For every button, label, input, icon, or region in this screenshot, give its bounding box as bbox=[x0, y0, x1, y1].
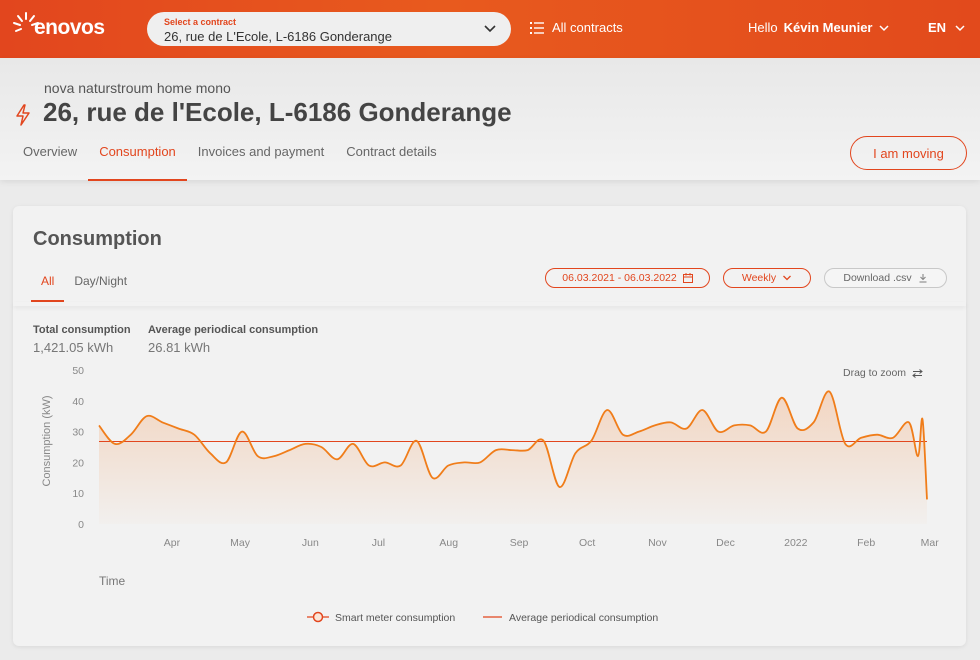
average-consumption-value: 26.81 kWh bbox=[148, 340, 211, 355]
calendar-icon bbox=[682, 273, 693, 283]
legend-average-label: Average periodical consumption bbox=[509, 612, 658, 624]
x-tick-label: Sep bbox=[510, 537, 529, 549]
lightning-icon bbox=[16, 104, 30, 126]
x-tick-label: Dec bbox=[716, 537, 735, 549]
download-csv-button[interactable]: Download .csv bbox=[824, 268, 947, 288]
y-tick-label: 20 bbox=[72, 457, 84, 469]
x-tick-label: Oct bbox=[579, 537, 595, 549]
y-axis-label: Consumption (kW) bbox=[41, 395, 53, 486]
consumption-chart[interactable]: 0 10 20 30 40 50 Apr May Jun Jul Aug Sep Oct Nov Dec 2… bbox=[13, 356, 966, 646]
download-icon bbox=[919, 274, 927, 283]
user-menu[interactable]: Hello Kévin Meunier bbox=[748, 20, 890, 35]
date-range-value: 06.03.2021 - 06.03.2022 bbox=[562, 272, 677, 284]
y-tick-label: 30 bbox=[72, 427, 84, 439]
legend-smart-meter-label: Smart meter consumption bbox=[335, 612, 455, 624]
list-icon bbox=[530, 21, 544, 34]
x-tick-label: Jun bbox=[302, 537, 319, 549]
legend: Smart meter consumption Average periodic… bbox=[307, 611, 658, 624]
total-consumption-value: 1,421.05 kWh bbox=[33, 340, 114, 355]
chevron-down-icon bbox=[955, 24, 965, 31]
y-tick-label: 10 bbox=[72, 488, 84, 500]
x-tick-label: Feb bbox=[857, 537, 875, 549]
all-contracts-label: All contracts bbox=[552, 20, 623, 35]
contract-header: nova naturstroum home mono 26, rue de l'… bbox=[0, 58, 980, 181]
user-name: Kévin Meunier bbox=[783, 20, 873, 35]
i-am-moving-button[interactable]: I am moving bbox=[850, 136, 967, 170]
subtab-day-night[interactable]: Day/Night bbox=[64, 266, 137, 302]
x-tick-label: 2022 bbox=[784, 537, 808, 549]
legend-item-average[interactable]: Average periodical consumption bbox=[483, 612, 658, 624]
contract-select-value: 26, rue de L'Ecole, L-6186 Gonderange bbox=[164, 29, 392, 44]
chevron-down-icon bbox=[783, 275, 792, 281]
period-value: Weekly bbox=[741, 272, 777, 284]
logo-text: enovos bbox=[34, 16, 105, 39]
x-tick-label: May bbox=[230, 537, 251, 549]
x-tick-label: Mar bbox=[921, 537, 940, 549]
download-csv-label: Download .csv bbox=[843, 272, 912, 284]
consumption-card: Consumption All Day/Night 06.03.2021 - 0… bbox=[13, 206, 966, 646]
contract-select-label: Select a contract bbox=[164, 17, 237, 27]
page-title: 26, rue de l'Ecole, L-6186 Gonderange bbox=[43, 97, 512, 127]
y-tick-label: 40 bbox=[72, 396, 84, 408]
tab-contract-details[interactable]: Contract details bbox=[335, 136, 447, 181]
x-axis-label: Time bbox=[99, 574, 126, 588]
x-tick-label: Nov bbox=[648, 537, 667, 549]
x-tick-label: Aug bbox=[439, 537, 458, 549]
language-select[interactable]: EN bbox=[928, 20, 966, 35]
chevron-down-icon bbox=[879, 24, 890, 31]
controls-divider bbox=[13, 302, 966, 306]
period-select[interactable]: Weekly bbox=[723, 268, 811, 288]
consumption-subtabs: All Day/Night bbox=[31, 266, 137, 302]
contract-tabs: Overview Consumption Invoices and paymen… bbox=[12, 136, 448, 181]
total-consumption-label: Total consumption bbox=[33, 324, 131, 336]
tab-overview[interactable]: Overview bbox=[12, 136, 88, 181]
x-tick-label: Apr bbox=[164, 537, 181, 549]
chevron-down-icon bbox=[484, 25, 496, 33]
x-tick-label: Jul bbox=[372, 537, 385, 549]
legend-item-smart-meter[interactable]: Smart meter consumption bbox=[307, 611, 455, 624]
consumption-area bbox=[99, 391, 927, 524]
y-tick-label: 50 bbox=[72, 365, 84, 377]
average-consumption-label: Average periodical consumption bbox=[148, 324, 319, 336]
tab-invoices-and-payment[interactable]: Invoices and payment bbox=[187, 136, 335, 181]
y-tick-label: 0 bbox=[78, 519, 84, 531]
card-title: Consumption bbox=[33, 228, 162, 250]
contract-select[interactable]: Select a contract 26, rue de L'Ecole, L-… bbox=[147, 12, 511, 46]
date-range-picker[interactable]: 06.03.2021 - 06.03.2022 bbox=[545, 268, 710, 288]
subtab-all[interactable]: All bbox=[31, 266, 65, 302]
product-name: nova naturstroum home mono bbox=[44, 80, 231, 96]
top-bar: enovos Select a contract 26, rue de L'Ec… bbox=[0, 0, 980, 58]
all-contracts-link[interactable]: All contracts bbox=[530, 20, 623, 35]
tab-consumption[interactable]: Consumption bbox=[88, 136, 187, 181]
language-label: EN bbox=[928, 20, 947, 35]
hello-text: Hello bbox=[748, 20, 778, 35]
